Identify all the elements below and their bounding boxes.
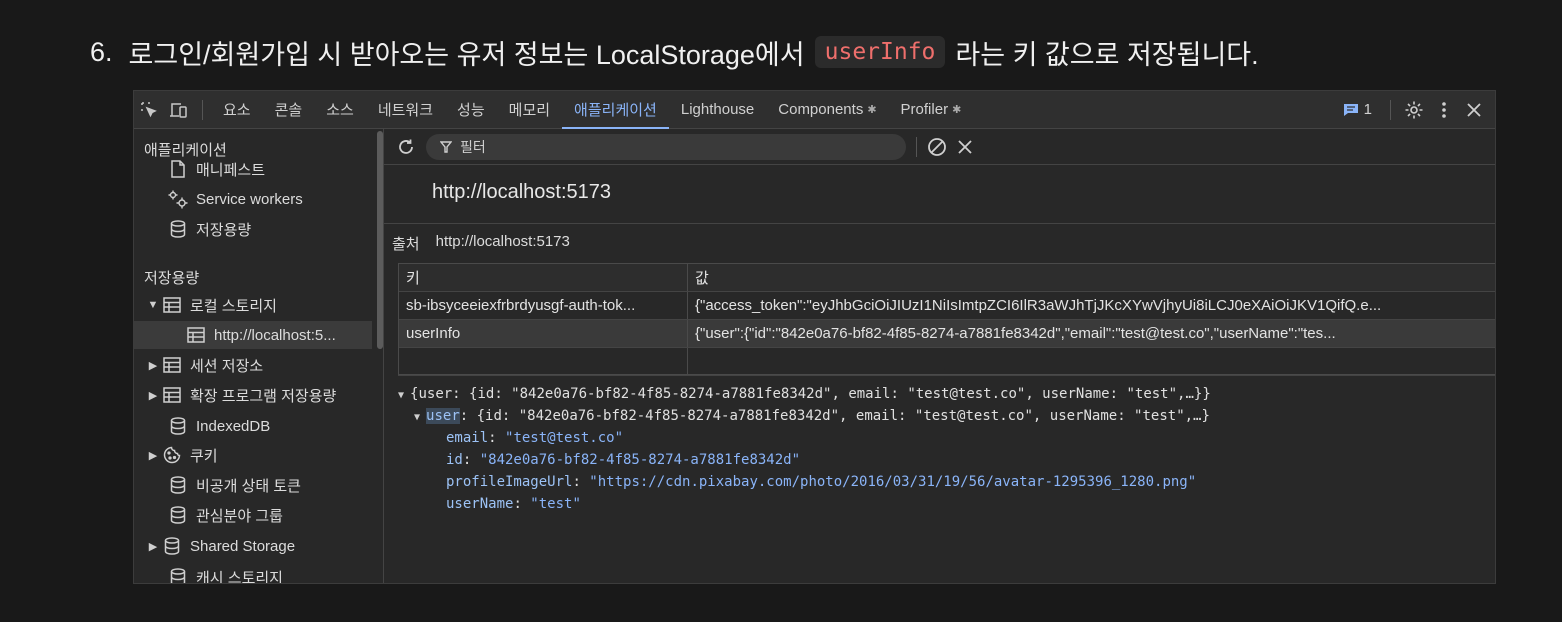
table-icon — [160, 387, 184, 403]
collapsed-arrow-icon[interactable]: ▶ — [146, 359, 160, 372]
sidebar-item-shared-storage[interactable]: ▶ Shared Storage — [134, 532, 378, 560]
preview-root-line[interactable]: ▼ {user: {id: "842e0a76-bf82-4f85-8274-a7… — [398, 386, 1211, 402]
sidebar-item-manifest[interactable]: 매니페스트 — [134, 155, 378, 183]
origin-value: http://localhost:5173 — [435, 233, 570, 250]
column-header-value[interactable]: 값 — [688, 264, 1495, 291]
issues-counter[interactable]: 1 — [1333, 101, 1382, 118]
file-icon — [166, 160, 190, 178]
heading-text-before: 로그인/회원가입 시 받아오는 유저 정보는 LocalStorage에서 — [128, 39, 805, 70]
collapsed-arrow-icon[interactable]: ▶ — [146, 389, 160, 402]
database-icon — [166, 506, 190, 524]
preview-field-username: userName: "test" — [446, 496, 581, 512]
message-icon — [1343, 103, 1358, 116]
expanded-arrow-icon[interactable]: ▼ — [414, 412, 420, 423]
sidebar-item-private-state-tokens[interactable]: 비공개 상태 토큰 — [134, 471, 378, 499]
database-icon — [166, 220, 190, 238]
storage-toolbar: 필터 — [384, 129, 1495, 165]
storage-panel: 필터 http://localhost:5173 출처 http://local… — [384, 129, 1495, 583]
tab-components[interactable]: Components ✱ — [766, 91, 888, 129]
instruction-heading: 6. 로그인/회원가입 시 받아오는 유저 정보는 LocalStorage에서… — [90, 32, 1259, 72]
tab-application[interactable]: 애플리케이션 — [562, 91, 669, 129]
sidebar-item-cache-storage[interactable]: 캐시 스토리지 — [134, 563, 378, 583]
origin-row: 출처 http://localhost:5173 — [392, 233, 570, 254]
delete-selected-icon[interactable] — [951, 129, 979, 165]
tab-network[interactable]: 네트워크 — [366, 91, 445, 129]
row-value: {"access_token":"eyJhbGciOiJIUzI1NiIsImt… — [695, 297, 1382, 314]
preview-field-email: email: "test@test.co" — [446, 430, 624, 446]
inline-code-userinfo: userInfo — [814, 36, 946, 68]
database-icon — [160, 537, 184, 555]
devtools-window: 요소 콘솔 소스 네트워크 성능 메모리 애플리케이션 Lighthouse C… — [133, 90, 1496, 584]
sidebar-item-service-workers[interactable]: Service workers — [134, 185, 378, 213]
collapsed-arrow-icon[interactable]: ▶ — [146, 540, 160, 553]
tab-elements[interactable]: 요소 — [211, 91, 263, 129]
table-icon — [160, 297, 184, 313]
sidebar-item-localhost-origin[interactable]: http://localhost:5... — [134, 321, 372, 349]
value-preview-pane: ▼ {user: {id: "842e0a76-bf82-4f85-8274-a7… — [398, 375, 1495, 583]
sidebar-item-cookies[interactable]: ▶ 쿠키 — [134, 441, 378, 469]
devtools-tab-bar: 요소 콘솔 소스 네트워크 성능 메모리 애플리케이션 Lighthouse C… — [134, 91, 1495, 129]
extension-gear-icon: ✱ — [952, 104, 962, 116]
gears-icon — [166, 189, 190, 209]
tab-lighthouse[interactable]: Lighthouse — [669, 91, 766, 129]
application-sidebar: 애플리케이션 매니페스트 Service workers 저장용량 저장용량 ▼… — [134, 129, 384, 583]
settings-gear-icon[interactable] — [1399, 91, 1429, 129]
issues-count: 1 — [1363, 101, 1372, 118]
tab-console[interactable]: 콘솔 — [263, 91, 315, 129]
extension-gear-icon: ✱ — [867, 104, 877, 116]
tab-memory[interactable]: 메모리 — [497, 91, 562, 129]
filter-input[interactable]: 필터 — [426, 133, 906, 160]
sidebar-item-indexeddb[interactable]: IndexedDB — [134, 412, 378, 440]
row-key: sb-ibsyceeiexfrbrdyusgf-auth-tok... — [399, 292, 688, 319]
sidebar-item-session-storage[interactable]: ▶ 세션 저장소 — [134, 351, 378, 379]
section-heading-storage: 저장용량 — [144, 270, 200, 287]
inspect-element-icon[interactable] — [134, 91, 164, 129]
preview-field-profile-image-url: profileImageUrl: "https://cdn.pixabay.co… — [446, 474, 1197, 490]
database-icon — [166, 417, 190, 435]
divider — [384, 223, 1495, 224]
origin-label: 출처 — [392, 236, 420, 253]
table-header: 키 값 — [399, 264, 1495, 292]
row-key: userInfo — [399, 320, 688, 347]
refresh-icon[interactable] — [392, 129, 420, 165]
tab-performance[interactable]: 성능 — [445, 91, 497, 129]
table-row[interactable]: sb-ibsyceeiexfrbrdyusgf-auth-tok... {"ac… — [399, 292, 1495, 320]
toolbar-separator — [202, 99, 203, 120]
sidebar-item-interest-groups[interactable]: 관심분야 그룹 — [134, 501, 378, 529]
database-icon — [166, 476, 190, 494]
key-value-table: 키 값 sb-ibsyceeiexfrbrdyusgf-auth-tok... … — [398, 263, 1495, 375]
tab-sources[interactable]: 소스 — [314, 91, 366, 129]
cookie-icon — [160, 445, 184, 465]
database-icon — [166, 568, 190, 583]
close-icon[interactable] — [1459, 91, 1489, 129]
row-value: {"user":{"id":"842e0a76-bf82-4f85-8274-a… — [695, 325, 1336, 342]
table-icon — [160, 357, 184, 373]
filter-placeholder: 필터 — [460, 138, 486, 155]
toolbar-separator — [1390, 99, 1391, 120]
step-number: 6. — [90, 36, 113, 67]
tab-profiler[interactable]: Profiler ✱ — [889, 91, 974, 129]
preview-user-line[interactable]: ▼ user: {id: "842e0a76-bf82-4f85-8274-a78… — [414, 408, 1210, 424]
origin-title: http://localhost:5173 — [432, 181, 612, 203]
more-options-icon[interactable] — [1429, 91, 1459, 129]
table-icon — [184, 327, 208, 343]
heading-text-after: 라는 키 값으로 저장됩니다. — [955, 39, 1259, 70]
sidebar-item-storage[interactable]: 저장용량 — [134, 215, 378, 243]
expanded-arrow-icon[interactable]: ▼ — [398, 390, 404, 401]
toolbar-separator — [916, 136, 917, 157]
sidebar-item-extension-storage[interactable]: ▶ 확장 프로그램 저장용량 — [134, 381, 378, 409]
sidebar-item-local-storage[interactable]: ▼ 로컬 스토리지 — [134, 291, 378, 319]
expanded-arrow-icon[interactable]: ▼ — [146, 299, 160, 311]
filter-funnel-icon — [440, 140, 452, 153]
device-toolbar-icon[interactable] — [164, 91, 194, 129]
column-header-key[interactable]: 키 — [399, 264, 688, 291]
table-row-empty[interactable] — [399, 348, 1495, 374]
preview-field-id: id: "842e0a76-bf82-4f85-8274-a7881fe8342… — [446, 452, 801, 468]
clear-all-icon[interactable] — [923, 129, 951, 165]
collapsed-arrow-icon[interactable]: ▶ — [146, 449, 160, 462]
table-row-selected[interactable]: userInfo {"user":{"id":"842e0a76-bf82-4f… — [399, 320, 1495, 348]
